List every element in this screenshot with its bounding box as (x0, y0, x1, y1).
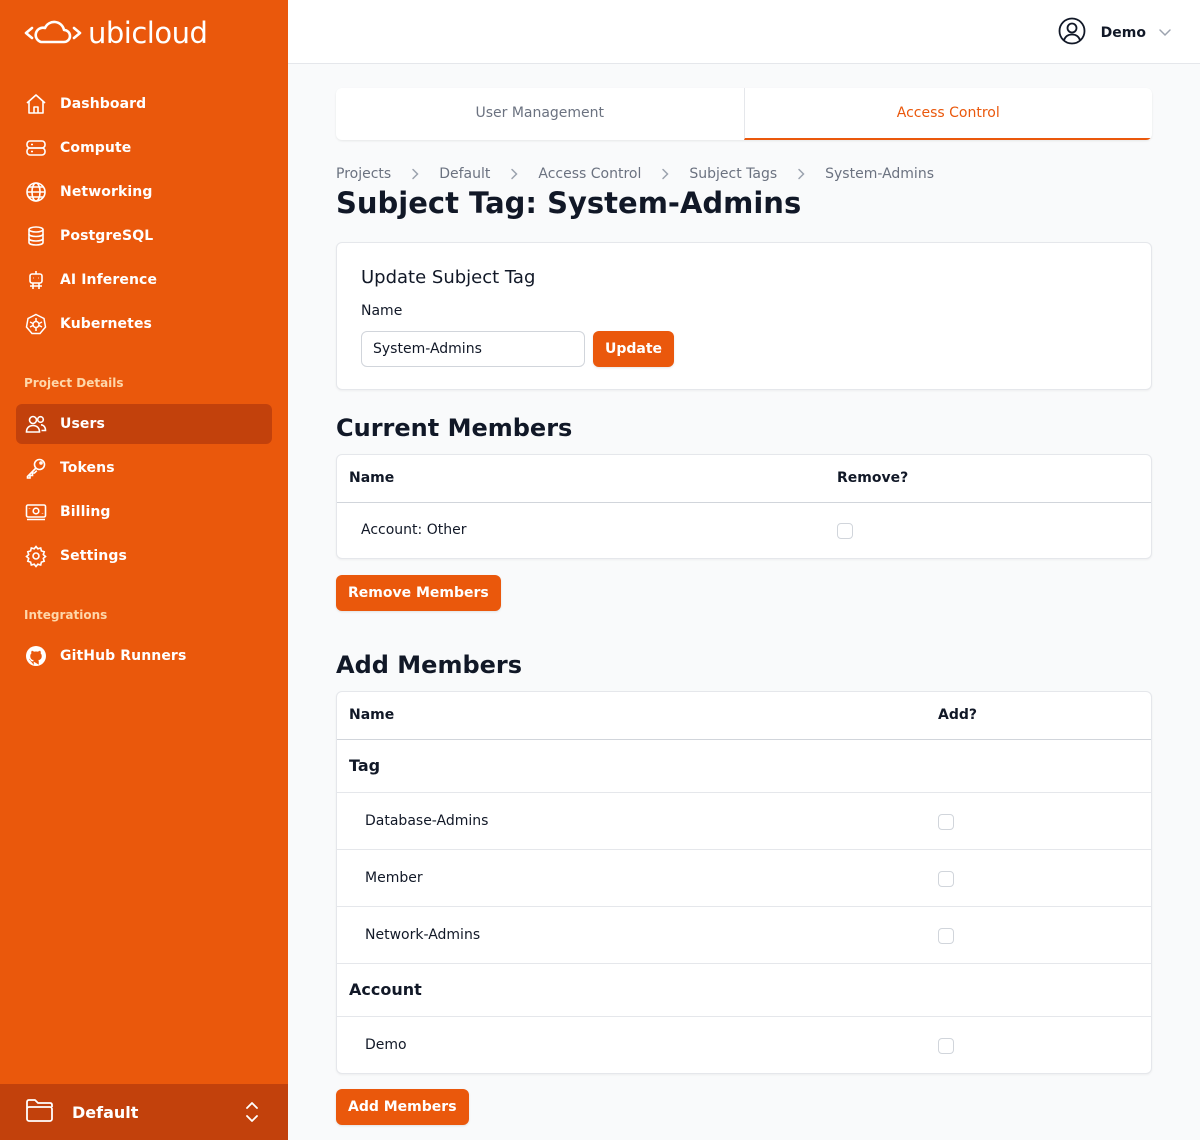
remove-checkbox[interactable] (837, 523, 853, 539)
cloud-logo-icon (24, 20, 82, 44)
user-menu[interactable]: Demo (1057, 16, 1172, 50)
add-checkbox[interactable] (938, 928, 954, 944)
breadcrumb-system-admins[interactable]: System-Admins (825, 166, 934, 182)
card-title: Update Subject Tag (361, 267, 536, 288)
table-header: Name Add? (337, 692, 1151, 740)
nav-billing[interactable]: Billing (16, 492, 272, 532)
nav-kubernetes[interactable]: Kubernetes (16, 304, 272, 344)
chevron-right-icon (661, 168, 669, 180)
breadcrumb: Projects Default Access Control Subject … (336, 164, 934, 184)
breadcrumb-default[interactable]: Default (439, 166, 490, 182)
chevron-down-icon (1158, 24, 1172, 43)
current-members-title: Current Members (336, 414, 573, 442)
project-switcher[interactable]: Default (0, 1084, 288, 1140)
table-row: Network-Admins (337, 907, 1151, 964)
gear-icon (24, 544, 48, 568)
folder-icon (24, 1096, 56, 1128)
table-row: Member (337, 850, 1151, 907)
nav-label: Billing (60, 504, 111, 520)
name-field-label: Name (361, 303, 403, 319)
group-label: Account (349, 980, 422, 999)
candidate-name: Member (365, 870, 423, 886)
user-avatar-icon (1057, 16, 1087, 50)
breadcrumb-projects[interactable]: Projects (336, 166, 391, 182)
name-input[interactable] (361, 331, 585, 367)
brand-name: ubicloud (88, 16, 208, 50)
nav-label: Networking (60, 184, 153, 200)
tab-bar: User Management Access Control (336, 88, 1152, 140)
chevron-right-icon (510, 168, 518, 180)
nav-label: Kubernetes (60, 316, 152, 332)
group-row-tag: Tag (337, 740, 1151, 793)
users-icon (24, 412, 48, 436)
update-subject-tag-card: Update Subject Tag Name Update (336, 242, 1152, 390)
nav-settings[interactable]: Settings (16, 536, 272, 576)
server-icon (24, 136, 48, 160)
user-name: Demo (1100, 25, 1146, 41)
current-project-name: Default (72, 1102, 139, 1122)
update-button[interactable]: Update (593, 331, 675, 367)
nav-label: Dashboard (60, 96, 147, 112)
nav-label: Tokens (60, 460, 115, 476)
chevron-right-icon (797, 168, 805, 180)
nav-ai-inference[interactable]: AI Inference (16, 260, 272, 300)
add-members-button[interactable]: Add Members (336, 1089, 469, 1125)
add-checkbox[interactable] (938, 814, 954, 830)
candidate-name: Demo (365, 1037, 407, 1053)
add-members-title: Add Members (336, 651, 523, 679)
column-header-add: Add? (938, 707, 977, 723)
tab-access-control[interactable]: Access Control (743, 88, 1152, 140)
github-icon (24, 644, 48, 668)
breadcrumb-subject-tags[interactable]: Subject Tags (689, 166, 777, 182)
table-row: Database-Admins (337, 793, 1151, 850)
nav-tokens[interactable]: Tokens (16, 448, 272, 488)
nav-networking[interactable]: Networking (16, 172, 272, 212)
table-row: Account: Other (337, 503, 1151, 559)
candidate-name: Network-Admins (365, 927, 481, 943)
nav-label: Compute (60, 140, 132, 156)
nav-label: AI Inference (60, 272, 158, 288)
nav-users[interactable]: Users (16, 404, 272, 444)
group-row-account: Account (337, 964, 1151, 1017)
candidate-name: Database-Admins (365, 813, 489, 829)
page-title: Subject Tag: System-Admins (336, 186, 802, 220)
database-icon (24, 224, 48, 248)
column-header-name: Name (349, 707, 395, 723)
nav-label: Settings (60, 548, 127, 564)
nav-label: GitHub Runners (60, 648, 187, 664)
table-header: Name Remove? (337, 455, 1151, 503)
kubernetes-icon (24, 312, 48, 336)
member-name: Account: Other (361, 522, 467, 538)
group-label: Tag (349, 756, 381, 775)
chevron-up-down-icon (244, 1100, 260, 1128)
robot-icon (24, 268, 48, 292)
nav-github-runners[interactable]: GitHub Runners (16, 636, 272, 676)
nav-label: Users (60, 416, 105, 432)
column-header-remove: Remove? (837, 470, 909, 486)
home-icon (24, 92, 48, 116)
nav-postgresql[interactable]: PostgreSQL (16, 216, 272, 256)
add-members-table: Name Add? Tag Database-Admins Member Net… (336, 691, 1152, 1074)
integrations-heading: Integrations (24, 608, 108, 622)
breadcrumb-access-control[interactable]: Access Control (538, 166, 641, 182)
add-checkbox[interactable] (938, 1038, 954, 1054)
key-icon (24, 456, 48, 480)
add-checkbox[interactable] (938, 871, 954, 887)
billing-icon (24, 500, 48, 524)
remove-members-button[interactable]: Remove Members (336, 575, 501, 611)
table-row: Demo (337, 1017, 1151, 1074)
tab-user-management[interactable]: User Management (336, 88, 744, 140)
nav-label: PostgreSQL (60, 228, 154, 244)
top-bar: Demo (288, 0, 1200, 64)
nav-dashboard[interactable]: Dashboard (16, 84, 272, 124)
project-details-heading: Project Details (24, 376, 124, 390)
chevron-right-icon (411, 168, 419, 180)
column-header-name: Name (349, 470, 395, 486)
current-members-table: Name Remove? Account: Other (336, 454, 1152, 559)
sidebar: ubicloud Dashboard Compute Networking Po… (0, 0, 288, 1140)
ubicloud-logo[interactable]: ubicloud (24, 16, 208, 50)
nav-compute[interactable]: Compute (16, 128, 272, 168)
globe-icon (24, 180, 48, 204)
